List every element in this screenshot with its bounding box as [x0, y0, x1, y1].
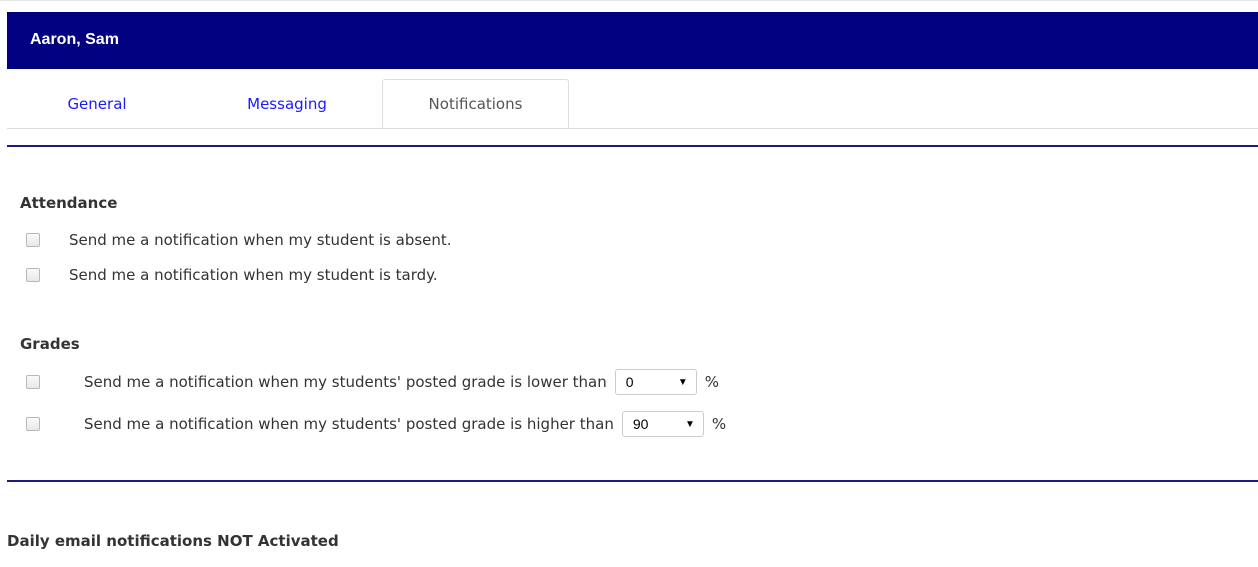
chevron-down-icon: ▼ — [684, 418, 695, 430]
tardy-notification-row: Send me a notification when my student i… — [26, 263, 438, 287]
grade-lower-checkbox[interactable] — [26, 375, 40, 389]
tab-notifications[interactable]: Notifications — [382, 79, 569, 129]
top-divider — [0, 0, 1258, 1]
student-name: Aaron, Sam — [30, 31, 119, 48]
grade-higher-select[interactable]: 90 ▼ — [621, 411, 704, 437]
grade-higher-label: Send me a notification when my students'… — [84, 415, 614, 433]
grade-lower-label: Send me a notification when my students'… — [84, 373, 607, 391]
grade-higher-percent: % — [711, 415, 727, 433]
grade-higher-checkbox[interactable] — [26, 417, 40, 431]
grades-heading: Grades — [20, 335, 80, 353]
email-notification-status: Daily email notifications NOT Activated — [7, 532, 339, 550]
chevron-down-icon: ▼ — [677, 376, 688, 388]
absent-label: Send me a notification when my student i… — [69, 231, 452, 249]
grade-lower-select[interactable]: 0 ▼ — [614, 369, 697, 395]
absent-notification-row: Send me a notification when my student i… — [26, 228, 452, 252]
attendance-heading: Attendance — [20, 194, 118, 212]
tardy-label: Send me a notification when my student i… — [69, 266, 438, 284]
tab-baseline — [7, 128, 1258, 129]
tab-bar: General Messaging Notifications — [7, 69, 1258, 130]
grade-higher-value: 90 — [632, 416, 649, 432]
tab-messaging[interactable]: Messaging — [202, 80, 372, 128]
tardy-checkbox[interactable] — [26, 268, 40, 282]
grade-lower-percent: % — [704, 373, 720, 391]
section-divider — [7, 145, 1258, 147]
grade-lower-value: 0 — [625, 374, 634, 390]
grade-higher-row: Send me a notification when my students'… — [26, 411, 727, 437]
section-divider — [7, 480, 1258, 482]
grade-lower-row: Send me a notification when my students'… — [26, 369, 720, 395]
tab-general[interactable]: General — [37, 80, 157, 128]
student-header: Aaron, Sam — [7, 12, 1258, 69]
absent-checkbox[interactable] — [26, 233, 40, 247]
